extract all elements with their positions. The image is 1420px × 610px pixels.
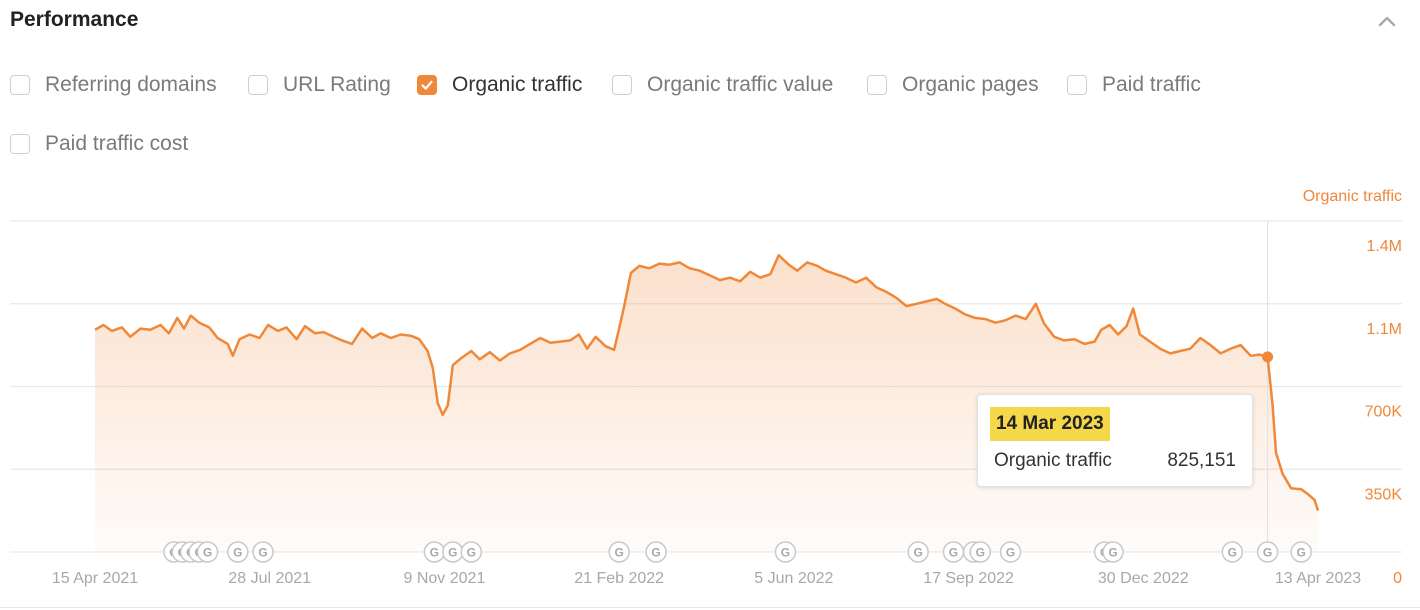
google-update-marker[interactable]: G xyxy=(969,541,992,563)
checkmark-icon xyxy=(421,80,433,90)
filter-paid-traffic-cost[interactable]: Paid traffic cost xyxy=(10,132,188,156)
y-tick-label: 700K xyxy=(1365,404,1403,421)
x-tick-label: 17 Sep 2022 xyxy=(923,570,1014,587)
collapse-button[interactable] xyxy=(1376,10,1398,32)
filter-label: Organic traffic value xyxy=(647,73,834,96)
google-update-marker[interactable]: G xyxy=(907,541,929,563)
google-icon-glyph: G xyxy=(781,546,790,560)
filter-label: Paid traffic cost xyxy=(45,132,189,155)
section-divider xyxy=(0,607,1420,608)
checkbox[interactable] xyxy=(10,75,30,95)
google-icon-glyph: G xyxy=(233,546,242,560)
google-update-marker[interactable]: G xyxy=(999,541,1022,563)
filter-label: Organic pages xyxy=(902,73,1039,96)
google-update-marker[interactable]: G xyxy=(1102,541,1124,563)
google-update-marker[interactable]: G xyxy=(460,541,483,563)
google-icon-glyph: G xyxy=(203,546,212,560)
google-update-marker[interactable]: G xyxy=(252,541,274,563)
google-update-marker[interactable]: G xyxy=(774,541,797,563)
google-icon-glyph: G xyxy=(976,546,985,560)
filter-organic-traffic[interactable]: Organic traffic xyxy=(417,73,582,97)
x-tick-label: 13 Apr 2023 xyxy=(1275,570,1361,587)
chevron-up-icon xyxy=(1378,16,1396,27)
y-tick-label: 0 xyxy=(1393,570,1402,587)
checkbox[interactable] xyxy=(10,134,30,154)
filter-paid-traffic[interactable]: Paid traffic xyxy=(1067,73,1201,97)
google-update-marker[interactable]: G xyxy=(196,541,219,563)
google-update-marker[interactable]: G xyxy=(608,541,630,563)
google-icon-glyph: G xyxy=(614,546,623,560)
section-title: Performance xyxy=(10,8,139,31)
tooltip-date: 14 Mar 2023 xyxy=(990,407,1110,441)
google-icon-glyph: G xyxy=(467,546,476,560)
google-update-marker[interactable]: G xyxy=(423,541,446,563)
google-update-marker[interactable]: G xyxy=(227,541,249,563)
google-icon-glyph: G xyxy=(1228,546,1237,560)
google-icon-glyph: G xyxy=(1006,546,1015,560)
google-icon-glyph: G xyxy=(651,546,660,560)
y-tick-label: 350K xyxy=(1365,486,1403,503)
google-icon-glyph: G xyxy=(1297,546,1306,560)
google-icon-glyph: G xyxy=(1108,546,1117,560)
google-icon-glyph: G xyxy=(1263,546,1272,560)
tooltip-metric-value: 825,151 xyxy=(1167,450,1236,471)
checkbox[interactable] xyxy=(612,75,632,95)
organic-traffic-chart[interactable]: Organic traffic 0350K700K1.1M1.4M GGGGGG… xyxy=(0,170,1420,610)
checkbox-checked[interactable] xyxy=(417,75,437,95)
filter-url-rating[interactable]: URL Rating xyxy=(248,73,391,97)
chart-tooltip: 14 Mar 2023 Organic traffic 825,151 xyxy=(977,394,1253,487)
checkbox[interactable] xyxy=(248,75,268,95)
google-icon-glyph: G xyxy=(448,546,457,560)
google-update-marker[interactable]: G xyxy=(1290,541,1312,563)
google-icon-glyph: G xyxy=(949,546,958,560)
google-update-marker[interactable]: G xyxy=(942,541,965,563)
filter-label: Paid traffic xyxy=(1102,73,1201,96)
filter-referring-domains[interactable]: Referring domains xyxy=(10,73,217,97)
google-update-marker[interactable]: G xyxy=(442,541,464,563)
highlight-point xyxy=(1262,351,1274,363)
y-tick-label: 1.4M xyxy=(1366,238,1402,255)
google-update-marker[interactable]: G xyxy=(645,541,667,563)
x-tick-label: 21 Feb 2022 xyxy=(574,570,664,587)
y-axis-series-label: Organic traffic xyxy=(1303,188,1402,205)
x-tick-label: 15 Apr 2021 xyxy=(52,570,138,587)
checkbox[interactable] xyxy=(1067,75,1087,95)
tooltip-metric-label: Organic traffic xyxy=(994,450,1112,471)
filter-label: URL Rating xyxy=(283,73,391,96)
google-icon-glyph: G xyxy=(430,546,439,560)
x-tick-label: 9 Nov 2021 xyxy=(404,570,486,587)
x-tick-label: 30 Dec 2022 xyxy=(1098,570,1189,587)
checkbox[interactable] xyxy=(867,75,887,95)
x-tick-label: 5 Jun 2022 xyxy=(754,570,833,587)
google-icon-glyph: G xyxy=(914,546,923,560)
y-tick-label: 1.1M xyxy=(1366,321,1402,338)
filter-label: Referring domains xyxy=(45,73,217,96)
filter-label: Organic traffic xyxy=(452,73,583,96)
google-update-marker[interactable]: G xyxy=(1256,541,1279,563)
filter-organic-pages[interactable]: Organic pages xyxy=(867,73,1039,97)
x-tick-label: 28 Jul 2021 xyxy=(228,570,311,587)
filter-organic-traffic-value[interactable]: Organic traffic value xyxy=(612,73,833,97)
google-icon-glyph: G xyxy=(258,546,267,560)
google-update-marker[interactable]: G xyxy=(1221,541,1244,563)
